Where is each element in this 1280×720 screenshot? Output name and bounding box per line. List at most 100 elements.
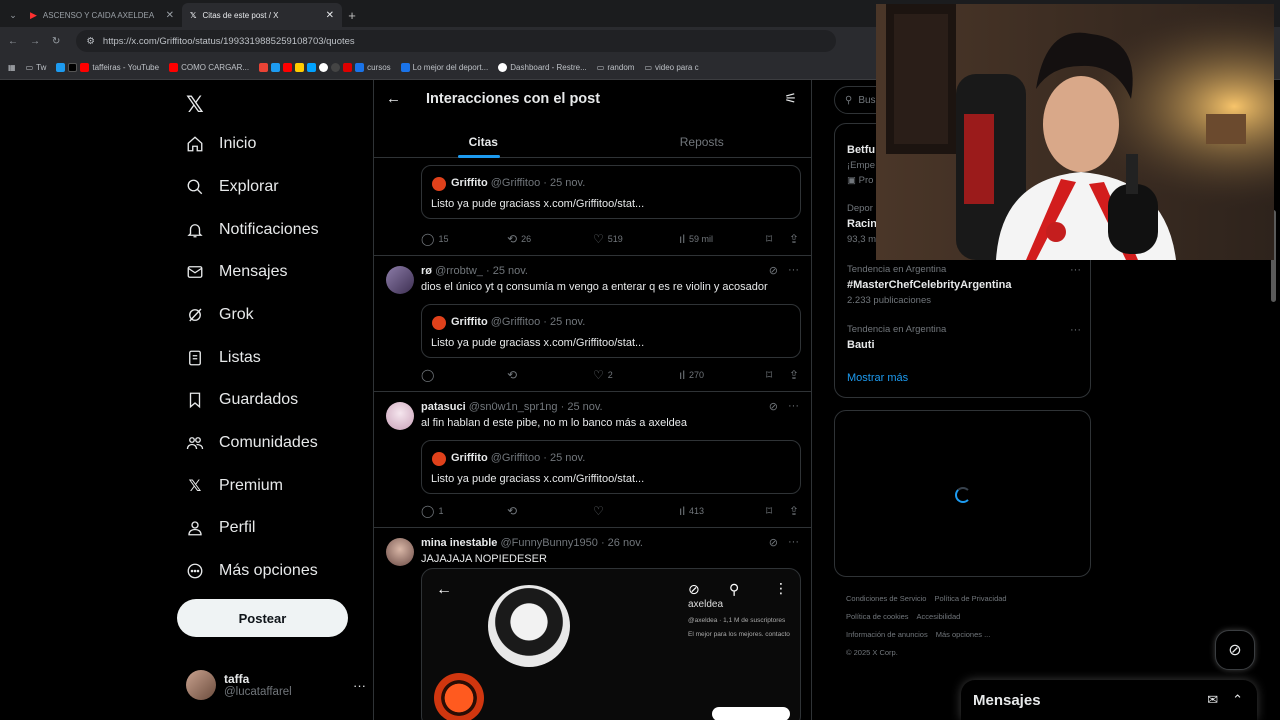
- views-button[interactable]: ıl 413: [679, 504, 704, 518]
- footer-link[interactable]: Condiciones de Servicio: [846, 594, 926, 603]
- post-item[interactable]: rø @rrobtw_ · 25 nov. ⊘ ··· dios el único…: [374, 256, 811, 392]
- quoted-post[interactable]: Griffito @Griffitoo · 25 nov. Listo ya p…: [421, 304, 801, 358]
- post-button[interactable]: Postear: [177, 599, 348, 637]
- nav-item-grok[interactable]: Grok: [186, 295, 254, 335]
- repost-button[interactable]: ⟲: [507, 504, 521, 518]
- author-handle[interactable]: @FunnyBunny1950: [500, 537, 597, 549]
- bookmark-item[interactable]: Lo mejor del deport...: [400, 62, 488, 72]
- more-icon[interactable]: ···: [788, 400, 799, 413]
- bookmark-button[interactable]: ⌑: [766, 504, 772, 518]
- nav-item-premium[interactable]: 𝕏 Premium: [186, 466, 283, 506]
- repost-button[interactable]: ⟲ 26: [507, 232, 531, 246]
- post-date[interactable]: · 25 nov.: [561, 401, 603, 413]
- more-icon[interactable]: ···: [788, 536, 799, 549]
- reload-icon[interactable]: ↻: [52, 36, 60, 47]
- nav-item-lists[interactable]: Listas: [186, 338, 261, 378]
- author-handle[interactable]: @sn0w1n_spr1ng: [469, 401, 558, 413]
- tab-search-icon[interactable]: ⌄: [4, 3, 22, 27]
- bookmark-button[interactable]: ⌑: [766, 368, 772, 382]
- more-icon[interactable]: ···: [1070, 324, 1081, 336]
- nav-item-more[interactable]: Más opciones: [186, 551, 318, 591]
- back-icon[interactable]: ←: [8, 36, 18, 47]
- grok-icon[interactable]: ⊘: [769, 264, 778, 277]
- close-tab-icon[interactable]: ✕: [326, 10, 334, 21]
- new-tab-button[interactable]: +: [342, 3, 362, 27]
- footer-link[interactable]: Más opciones ...: [936, 630, 991, 639]
- bookmark-favicon: [68, 62, 78, 72]
- views-button[interactable]: ıl 59 mil: [679, 232, 713, 246]
- footer-link[interactable]: Información de anuncios: [846, 630, 928, 639]
- site-info-icon[interactable]: ⚙: [86, 36, 95, 47]
- more-icon[interactable]: ···: [788, 264, 799, 277]
- repost-button[interactable]: ⟲: [507, 368, 521, 382]
- bookmark-item[interactable]: cursos: [259, 62, 391, 72]
- post-date[interactable]: · 25 nov.: [486, 265, 528, 277]
- url-field[interactable]: ⚙ https://x.com/Griffitoo/status/1993319…: [76, 30, 837, 52]
- account-switcher[interactable]: taffa @lucataffarel ···: [186, 665, 366, 705]
- reply-button[interactable]: ◯ 1: [421, 504, 443, 518]
- bookmark-item[interactable]: Dashboard - Restre...: [498, 62, 587, 72]
- grok-icon[interactable]: ⊘: [769, 536, 778, 549]
- author-name[interactable]: patasuci: [421, 401, 466, 413]
- grok-icon[interactable]: ⊘: [769, 400, 778, 413]
- bookmark-item[interactable]: ▭ video para c: [644, 63, 698, 72]
- apps-icon[interactable]: ▦: [8, 63, 16, 72]
- share-button[interactable]: ⇪: [789, 504, 799, 518]
- bookmark-item[interactable]: ▭ Tw: [26, 63, 47, 72]
- nav-item-messages[interactable]: Mensajes: [186, 252, 287, 292]
- show-more-link[interactable]: Mostrar más: [847, 372, 908, 384]
- trend-item[interactable]: Tendencia en Argentina #MasterChefCelebr…: [847, 264, 1081, 306]
- post-item[interactable]: Griffito @Griffitoo · 25 nov. Listo ya p…: [374, 158, 811, 256]
- like-button[interactable]: ♡ 2: [593, 368, 613, 382]
- more-icon[interactable]: ···: [353, 678, 366, 693]
- post-media[interactable]: ← ⊘ ⚲ ⋮ axeldea @axeldea · 1,1 M de susc…: [421, 568, 801, 720]
- author-name[interactable]: rø: [421, 265, 432, 277]
- views-button[interactable]: ıl 270: [679, 368, 704, 382]
- filter-icon[interactable]: ⚟: [784, 90, 797, 107]
- browser-tab-youtube[interactable]: ▶ ASCENSO Y CAIDA AXELDEA ✕: [22, 3, 182, 27]
- share-button[interactable]: ⇪: [789, 368, 799, 382]
- nav-item-notifications[interactable]: Notificaciones: [186, 210, 319, 250]
- trend-count: 2.233 publicaciones: [847, 295, 931, 306]
- bookmark-item[interactable]: ▭ random: [597, 63, 635, 72]
- reply-button[interactable]: ◯ 15: [421, 232, 448, 246]
- share-button[interactable]: ⇪: [789, 232, 799, 246]
- x-logo-icon[interactable]: 𝕏: [186, 92, 204, 118]
- tab-reposts[interactable]: Reposts: [593, 125, 812, 158]
- quoted-post[interactable]: Griffito @Griffitoo · 25 nov. Listo ya p…: [421, 165, 801, 219]
- nav-item-communities[interactable]: Comunidades: [186, 423, 318, 463]
- footer-link[interactable]: Política de Privacidad: [934, 594, 1006, 603]
- browser-tab-x[interactable]: 𝕏 Citas de este post / X ✕: [182, 3, 342, 27]
- close-tab-icon[interactable]: ✕: [166, 10, 174, 21]
- bookmark-button[interactable]: ⌑: [766, 232, 772, 246]
- post-item[interactable]: patasuci @sn0w1n_spr1ng · 25 nov. ⊘ ··· a…: [374, 392, 811, 528]
- tab-quotes[interactable]: Citas: [374, 125, 593, 158]
- back-arrow-icon[interactable]: ←: [386, 90, 401, 107]
- grok-fab-button[interactable]: ⊘: [1215, 630, 1255, 670]
- avatar: [386, 402, 414, 430]
- expand-icon[interactable]: ⌃: [1232, 692, 1243, 708]
- forward-icon[interactable]: →: [30, 36, 40, 47]
- new-message-icon[interactable]: ✉: [1207, 692, 1218, 708]
- author-handle[interactable]: @rrobtw_: [435, 265, 483, 277]
- post-date[interactable]: · 26 nov.: [601, 537, 643, 549]
- bookmark-item[interactable]: COMO CARGAR...: [169, 62, 249, 72]
- messages-drawer[interactable]: Mensajes ✉ ⌃: [961, 680, 1257, 720]
- post-item[interactable]: mina inestable @FunnyBunny1950 · 26 nov.…: [374, 528, 811, 720]
- quoted-post[interactable]: Griffito @Griffitoo · 25 nov. Listo ya p…: [421, 440, 801, 494]
- nav-item-bookmarks[interactable]: Guardados: [186, 380, 298, 420]
- reply-button[interactable]: ◯: [421, 368, 438, 382]
- youtube-icon: ▶: [30, 9, 37, 20]
- author-name[interactable]: mina inestable: [421, 537, 497, 549]
- footer-link[interactable]: Accesibilidad: [917, 612, 961, 621]
- nav-item-home[interactable]: Inicio: [186, 124, 256, 164]
- like-button[interactable]: ♡ 519: [593, 232, 623, 246]
- footer-link[interactable]: Política de cookies: [846, 612, 909, 621]
- bookmark-item[interactable]: taffeiras - YouTube: [56, 62, 159, 72]
- trend-item[interactable]: Tendencia en Argentina Bauti ···: [847, 324, 1081, 351]
- nav-item-explore[interactable]: Explorar: [186, 167, 279, 207]
- more-icon[interactable]: ···: [1070, 264, 1081, 276]
- bookmark-favicon: [343, 62, 353, 72]
- nav-item-profile[interactable]: Perfil: [186, 508, 255, 548]
- like-button[interactable]: ♡: [593, 504, 608, 518]
